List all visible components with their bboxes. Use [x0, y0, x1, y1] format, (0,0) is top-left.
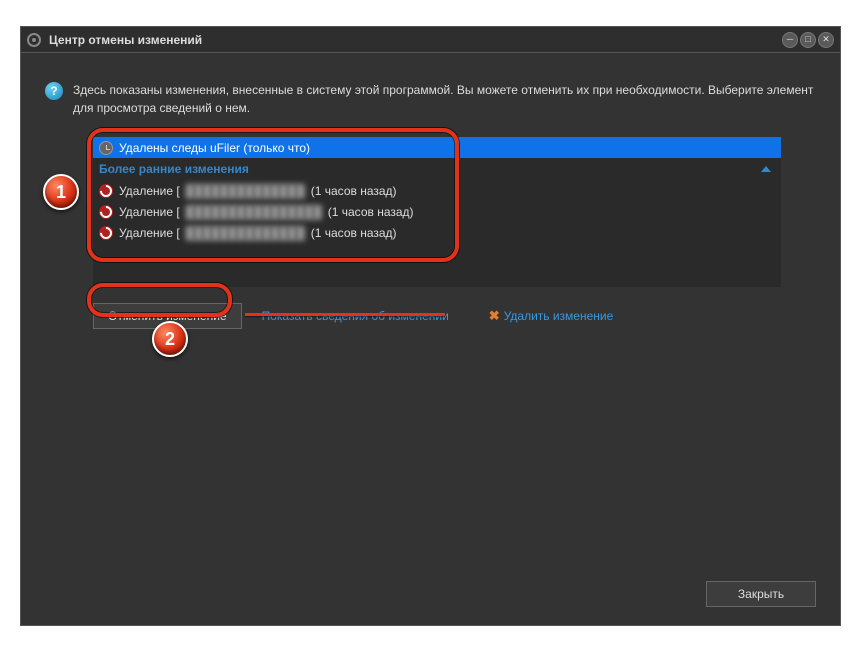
- titlebar: Центр отмены изменений ─ □ ✕: [21, 27, 840, 53]
- close-window-button[interactable]: ✕: [818, 32, 834, 48]
- redacted-text: ██████████████: [186, 226, 305, 240]
- chevron-up-icon: [761, 166, 771, 172]
- list-filler: [93, 243, 781, 287]
- window-controls: ─ □ ✕: [782, 32, 834, 48]
- clock-icon: [99, 141, 113, 155]
- maximize-button[interactable]: □: [800, 32, 816, 48]
- list-item-suffix: (1 часов назад): [328, 205, 414, 219]
- earlier-changes-header[interactable]: Более ранние изменения: [93, 158, 781, 180]
- list-item-suffix: (1 часов назад): [311, 184, 397, 198]
- help-icon: ?: [45, 82, 63, 100]
- spacer: [45, 329, 816, 569]
- changes-list: Удалены следы uFiler (только что) Более …: [93, 137, 781, 287]
- footer: Закрыть: [45, 569, 816, 607]
- undo-icon: [99, 226, 113, 240]
- list-item-label: Удалены следы uFiler (только что): [119, 141, 310, 155]
- list-item[interactable]: Удаление [ ██████████████ (1 часов назад…: [93, 222, 781, 243]
- earlier-header-label: Более ранние изменения: [99, 162, 249, 176]
- info-text: Здесь показаны изменения, внесенные в си…: [73, 81, 816, 117]
- redacted-text: ██████████████: [186, 184, 305, 198]
- list-item-prefix: Удаление [: [119, 184, 180, 198]
- delete-change-label: Удалить изменение: [504, 309, 614, 323]
- content-area: ? Здесь показаны изменения, внесенные в …: [21, 53, 840, 625]
- window-title: Центр отмены изменений: [49, 33, 782, 47]
- redacted-text: ████████████████: [186, 205, 322, 219]
- show-details-link[interactable]: Показать сведения об изменении: [262, 309, 449, 323]
- undo-icon: [99, 205, 113, 219]
- close-button[interactable]: Закрыть: [706, 581, 816, 607]
- undo-change-button[interactable]: Отменить изменение: [93, 303, 242, 329]
- list-item[interactable]: Удаление [ ██████████████ (1 часов назад…: [93, 180, 781, 201]
- delete-change-link[interactable]: ✖ Удалить изменение: [489, 308, 614, 324]
- minimize-button[interactable]: ─: [782, 32, 798, 48]
- undo-icon: [99, 184, 113, 198]
- info-row: ? Здесь показаны изменения, внесенные в …: [45, 81, 816, 117]
- list-item-prefix: Удаление [: [119, 205, 180, 219]
- undo-center-window: Центр отмены изменений ─ □ ✕ ? Здесь пок…: [20, 26, 841, 626]
- list-item-selected[interactable]: Удалены следы uFiler (только что): [93, 137, 781, 158]
- list-item-suffix: (1 часов назад): [311, 226, 397, 240]
- list-item-prefix: Удаление [: [119, 226, 180, 240]
- delete-x-icon: ✖: [489, 308, 500, 324]
- app-icon: [27, 33, 41, 47]
- list-item[interactable]: Удаление [ ████████████████ (1 часов наз…: [93, 201, 781, 222]
- action-row: Отменить изменение Показать сведения об …: [93, 303, 816, 329]
